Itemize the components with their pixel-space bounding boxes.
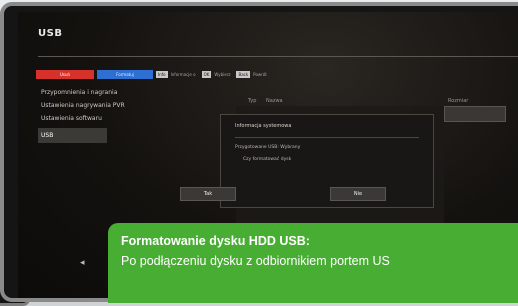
size-cell — [444, 106, 506, 122]
callout-body: Po podłączeniu dysku z odbiornikiem port… — [121, 254, 390, 268]
info-key-label: Informacje o — [170, 72, 196, 77]
title-divider — [38, 56, 518, 57]
screen-title: USB — [38, 28, 63, 39]
menu-item-pvr-settings[interactable]: Ustawienia nagrywania PVR — [38, 99, 218, 112]
blue-key-format[interactable]: Formatuj — [97, 70, 153, 79]
column-type: Typ — [248, 98, 257, 104]
column-name: Nazwa — [266, 98, 283, 104]
back-key-tag: Back — [236, 71, 251, 78]
info-callout: Formatowanie dysku HDD USB: Po podłączen… — [108, 223, 518, 303]
info-key-tag: Info — [156, 71, 168, 78]
menu-item-software-settings[interactable]: Ustawienia softwaru — [38, 112, 218, 125]
dialog-divider — [235, 137, 419, 138]
yes-button[interactable]: Tak — [180, 187, 236, 201]
ok-key-label: Wybierz — [214, 72, 231, 77]
menu-item-reminders[interactable]: Przypomnienia i nagrania — [38, 86, 218, 99]
left-arrow-icon[interactable]: ◂ — [80, 258, 85, 268]
no-button[interactable]: Nie — [330, 187, 386, 201]
callout-title: Formatowanie dysku HDD USB: — [121, 234, 310, 248]
ok-key-tag: OK — [201, 71, 212, 78]
menu-item-usb[interactable]: USB — [38, 128, 107, 143]
column-size: Rozmiar — [448, 98, 469, 104]
back-key-label: Powrót — [253, 72, 267, 77]
settings-menu: Przypomnienia i nagrania Ustawienia nagr… — [38, 86, 218, 143]
format-dialog: Informacja systemowa Przygotowane USB: W… — [220, 114, 434, 208]
dialog-message-line-2: Czy formatować dysk — [243, 157, 292, 162]
red-key-delete[interactable]: Usuń — [36, 70, 94, 79]
key-hint-bar: Usuń Formatuj Info Informacje o OK Wybie… — [36, 70, 270, 79]
file-list-header: Typ Nazwa — [248, 98, 283, 104]
dialog-message-line-1: Przygotowane USB: Wybrany — [235, 145, 301, 150]
dialog-title: Informacja systemowa — [235, 123, 292, 129]
